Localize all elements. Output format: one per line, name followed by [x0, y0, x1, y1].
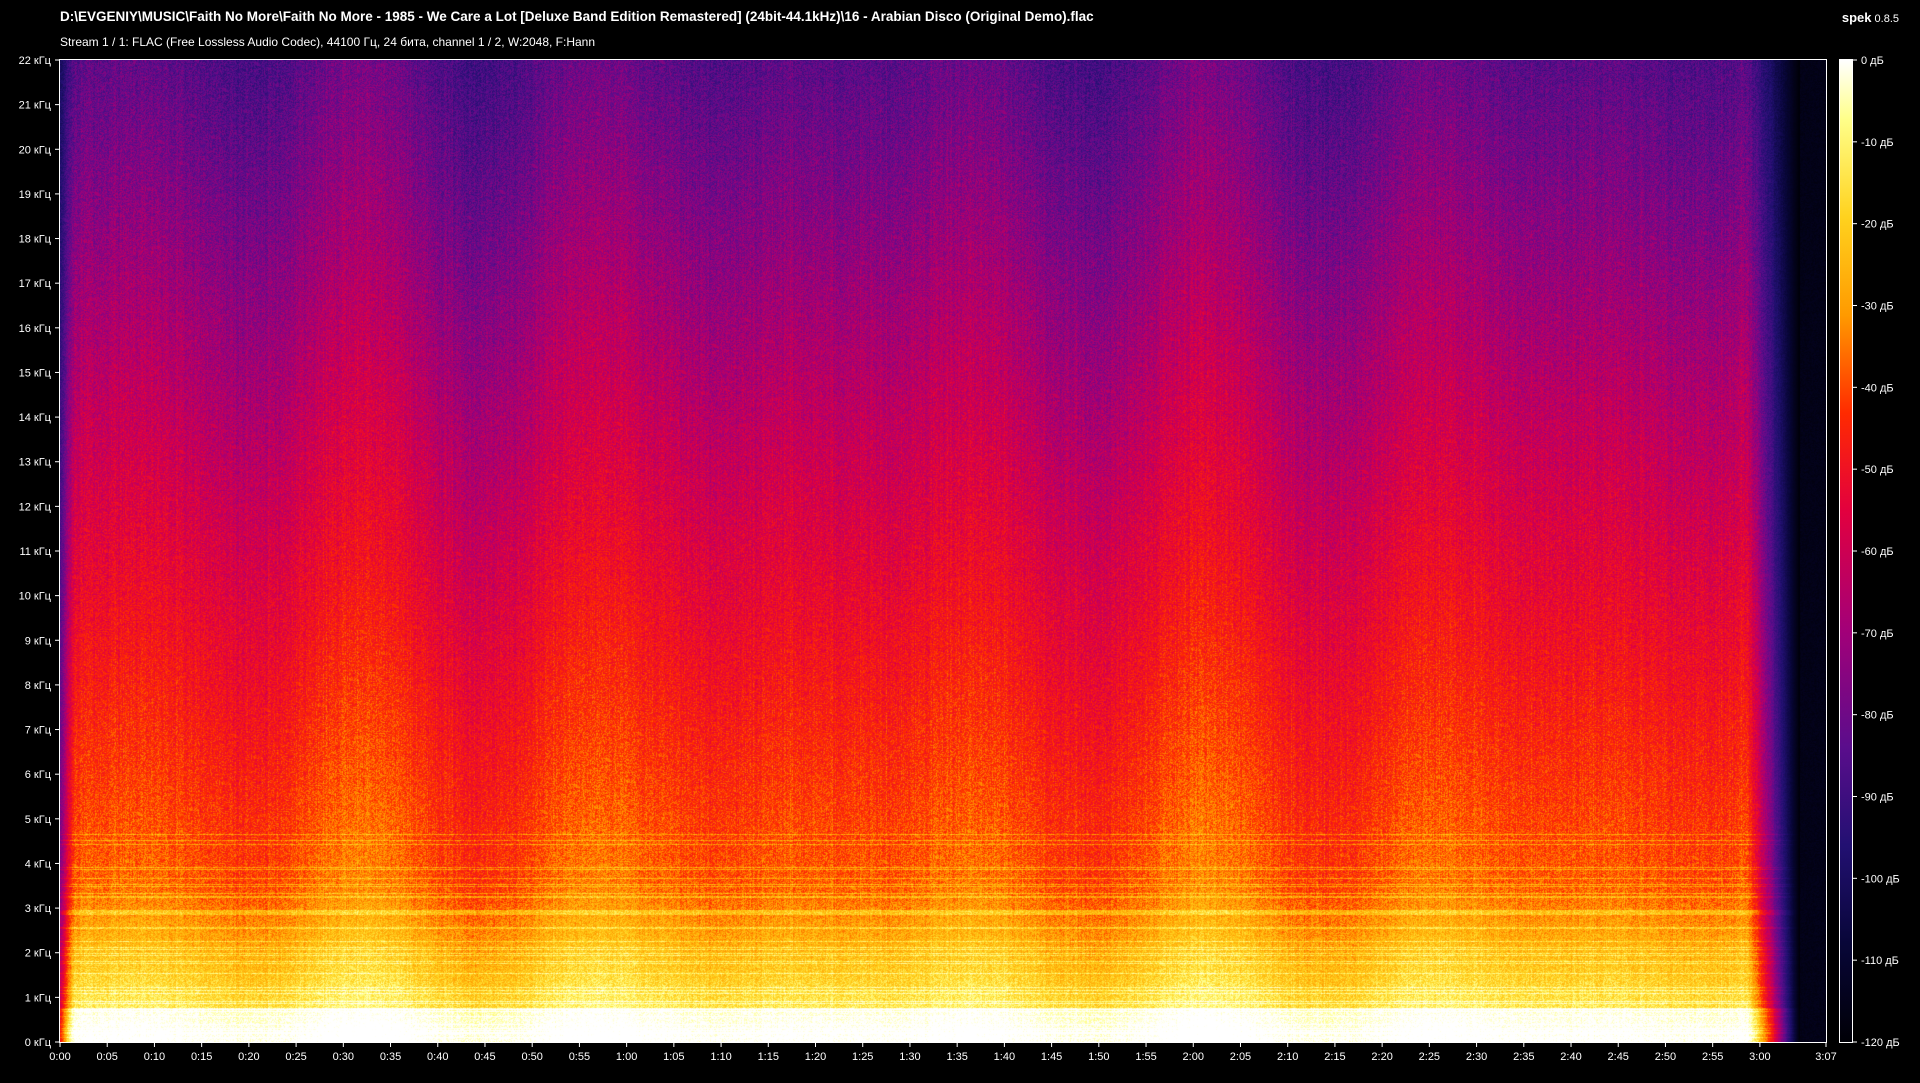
x-tick-label: 0:25 [285, 1051, 306, 1063]
y-tick-label: 13 кГц [19, 457, 52, 469]
colorbar-tick-label: -10 дБ [1861, 137, 1894, 149]
x-tick-label: 1:40 [994, 1051, 1015, 1063]
y-tick-label: 7 кГц [25, 725, 52, 737]
colorbar-tick-label: -90 дБ [1861, 792, 1894, 804]
y-tick-label: 16 кГц [19, 323, 52, 335]
y-tick-label: 11 кГц [19, 546, 51, 558]
x-tick-label: 0:30 [333, 1051, 354, 1063]
x-tick-label: 2:40 [1560, 1051, 1581, 1063]
y-tick-label: 8 кГц [25, 680, 52, 692]
x-tick-label: 0:05 [97, 1051, 118, 1063]
x-tick-label: 2:35 [1513, 1051, 1534, 1063]
file-path-title: D:\EVGENIY\MUSIC\Faith No More\Faith No … [60, 9, 1094, 24]
x-tick-label: 2:00 [1183, 1051, 1204, 1063]
colorbar-tick-label: 0 дБ [1861, 55, 1884, 67]
colorbar-tick-label: -30 дБ [1861, 301, 1894, 313]
x-tick-label: 0:40 [427, 1051, 448, 1063]
spectrogram-canvas[interactable] [60, 60, 1826, 1042]
y-tick-label: 22 кГц [19, 55, 52, 67]
y-tick-label: 12 кГц [19, 501, 52, 513]
x-tick-label: 1:05 [663, 1051, 684, 1063]
x-tick-label: 2:15 [1324, 1051, 1345, 1063]
x-tick-label: 1:45 [1041, 1051, 1062, 1063]
app-name: spek [1841, 10, 1872, 25]
y-tick-label: 21 кГц [19, 100, 52, 112]
x-tick-label: 1:20 [805, 1051, 826, 1063]
app-brand: spek 0.8.5 [1842, 10, 1899, 25]
colorbar-tick-label: -100 дБ [1861, 873, 1900, 885]
x-tick-label: 0:10 [144, 1051, 165, 1063]
x-tick-label: 2:10 [1277, 1051, 1298, 1063]
x-tick-label: 1:10 [710, 1051, 731, 1063]
y-tick-label: 6 кГц [25, 769, 52, 781]
y-tick-label: 17 кГц [19, 278, 52, 290]
y-tick-label: 2 кГц [25, 948, 52, 960]
y-tick-label: 18 кГц [19, 234, 52, 246]
y-tick-label: 19 кГц [19, 189, 52, 201]
y-tick-label: 3 кГц [25, 903, 52, 915]
x-tick-label: 1:15 [758, 1051, 779, 1063]
colorbar-tick-label: -20 дБ [1861, 219, 1894, 231]
x-tick-label: 0:45 [474, 1051, 495, 1063]
y-tick-label: 10 кГц [19, 591, 52, 603]
x-tick-label: 0:50 [521, 1051, 542, 1063]
y-tick-label: 0 кГц [25, 1037, 52, 1049]
colorbar-tick-label: -40 дБ [1861, 382, 1894, 394]
y-tick-label: 5 кГц [25, 814, 52, 826]
x-tick-label: 2:50 [1655, 1051, 1676, 1063]
colorbar-tick-label: -70 дБ [1861, 628, 1894, 640]
x-tick-label: 0:20 [238, 1051, 259, 1063]
app-version: 0.8.5 [1874, 13, 1899, 25]
x-tick-label: 1:00 [616, 1051, 637, 1063]
y-tick-label: 1 кГц [25, 992, 52, 1004]
y-tick-label: 4 кГц [25, 858, 52, 870]
x-tick-label: 2:05 [1230, 1051, 1251, 1063]
x-tick-label: 0:35 [380, 1051, 401, 1063]
x-tick-label: 2:25 [1419, 1051, 1440, 1063]
y-tick-label: 9 кГц [25, 635, 52, 647]
colorbar-tick-label: -60 дБ [1861, 546, 1894, 558]
x-tick-label: 2:20 [1371, 1051, 1392, 1063]
x-tick-label: 1:50 [1088, 1051, 1109, 1063]
spectrogram-plot[interactable] [60, 60, 1826, 1042]
spek-window: D:\EVGENIY\MUSIC\Faith No More\Faith No … [0, 0, 1920, 1083]
x-tick-label: 0:00 [49, 1051, 70, 1063]
y-tick-label: 14 кГц [19, 412, 52, 424]
x-tick-label: 2:45 [1608, 1051, 1629, 1063]
x-tick-label: 1:35 [946, 1051, 967, 1063]
x-tick-label: 1:25 [852, 1051, 873, 1063]
colorbar-tick-label: -80 дБ [1861, 710, 1894, 722]
colorbar-tick-label: -50 дБ [1861, 464, 1894, 476]
y-tick-label: 20 кГц [19, 144, 52, 156]
x-tick-label: 1:30 [899, 1051, 920, 1063]
x-tick-label: 3:00 [1749, 1051, 1770, 1063]
x-tick-label: 1:55 [1135, 1051, 1156, 1063]
x-tick-label: 3:07 [1815, 1051, 1836, 1063]
db-colorbar [1839, 59, 1853, 1043]
x-tick-label: 2:30 [1466, 1051, 1487, 1063]
colorbar-tick-label: -120 дБ [1861, 1037, 1900, 1049]
colorbar-tick-label: -110 дБ [1861, 955, 1899, 967]
stream-info: Stream 1 / 1: FLAC (Free Lossless Audio … [60, 35, 596, 49]
x-tick-label: 0:55 [569, 1051, 590, 1063]
y-tick-label: 15 кГц [19, 367, 52, 379]
x-tick-label: 2:55 [1702, 1051, 1723, 1063]
x-tick-label: 0:15 [191, 1051, 212, 1063]
